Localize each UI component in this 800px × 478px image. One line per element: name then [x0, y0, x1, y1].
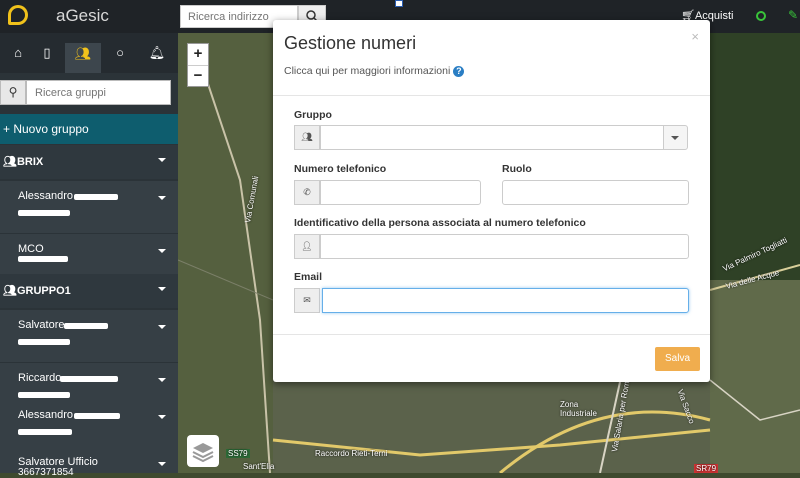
phone-icon: ✆	[294, 180, 320, 205]
group-name: GRUPPO1	[16, 285, 71, 297]
group-label: Gruppo	[294, 109, 332, 121]
redaction	[60, 376, 118, 382]
edit-icon[interactable]: ✎	[788, 8, 798, 22]
users-icon: 👥︎	[74, 46, 92, 61]
redaction	[74, 413, 120, 419]
map-label-sant-elia: Sant'Elia	[243, 462, 275, 471]
layers-icon	[192, 443, 214, 463]
person-id-input[interactable]	[320, 234, 689, 259]
chevron-down-icon[interactable]	[158, 462, 166, 466]
manage-numbers-modal: Gestione numeri × Clicca qui per maggior…	[273, 20, 710, 382]
redaction	[18, 210, 70, 216]
home-icon: ⌂	[14, 45, 22, 60]
save-button[interactable]: Salva	[655, 347, 700, 371]
redaction	[18, 339, 70, 345]
close-icon: ×	[691, 29, 699, 44]
new-group-button[interactable]: + Nuovo gruppo	[0, 114, 178, 144]
chevron-down-icon[interactable]	[158, 378, 166, 382]
envelope-icon: ✉	[294, 288, 320, 313]
user-icon: 👤︎	[294, 234, 320, 259]
redaction	[18, 392, 70, 398]
layers-button[interactable]	[187, 435, 219, 467]
phone-input[interactable]	[320, 180, 481, 205]
tab-devices[interactable]: ▯	[29, 42, 65, 78]
search-icon: ⚲	[0, 80, 26, 105]
group-name: BRIX	[16, 156, 44, 168]
member-name: Alessandro	[18, 409, 74, 421]
status-icon[interactable]	[756, 11, 766, 21]
phone-label: Numero telefonico	[294, 163, 387, 175]
chevron-down-icon	[671, 136, 679, 140]
close-button[interactable]: ×	[691, 29, 699, 44]
group-dropdown-button[interactable]	[663, 125, 688, 150]
person-id-label: Identificativo della persona associata a…	[294, 217, 586, 229]
role-label: Ruolo	[502, 163, 532, 175]
map-label-raccordo: Raccordo Rieti-Terni	[315, 449, 388, 458]
more-info-text: Clicca qui per maggiori informazioni	[284, 65, 451, 77]
map-label-zona: Zona Industriale	[560, 400, 597, 418]
zoom-out-button[interactable]: −	[188, 65, 208, 87]
list-item[interactable]: Alessandro	[0, 181, 178, 233]
member-name: Alessandro	[18, 190, 74, 202]
divider	[273, 334, 710, 335]
zoom-control: + −	[187, 43, 209, 87]
group-search-input[interactable]	[26, 80, 171, 105]
info-icon: ?	[453, 65, 465, 77]
email-input[interactable]	[322, 288, 689, 313]
tab-places[interactable]: ○	[102, 42, 138, 78]
chevron-down-icon[interactable]	[158, 415, 166, 419]
tab-notifications[interactable]: 🔔︎	[139, 42, 175, 78]
sidebar-tabs: ⌂ ▯ 👥︎ ○ 🔔︎	[0, 33, 178, 73]
group-select[interactable]	[320, 125, 664, 150]
redaction	[18, 429, 72, 435]
redaction	[18, 256, 68, 262]
role-input[interactable]	[502, 180, 689, 205]
circle-icon: ○	[116, 45, 124, 60]
tab-groups[interactable]: 👥︎	[65, 43, 101, 73]
phone-icon: ▯	[43, 45, 51, 60]
redaction	[64, 323, 108, 329]
users-icon: 👥︎	[3, 285, 17, 297]
group-row-gruppo1[interactable]: 👥︎GRUPPO1	[0, 274, 178, 308]
member-name: Riccardo	[18, 372, 62, 384]
email-label: Email	[294, 271, 323, 283]
bell-icon: 🔔︎	[148, 45, 166, 60]
divider	[273, 95, 710, 96]
logo-icon[interactable]	[8, 5, 28, 25]
chevron-down-icon[interactable]	[158, 196, 166, 200]
list-item[interactable]: Salvatore	[0, 310, 178, 362]
map-label-ss79: SS79	[226, 449, 250, 458]
list-item[interactable]: Salvatore Ufficio 3667371854	[0, 447, 178, 478]
zoom-in-button[interactable]: +	[188, 44, 208, 65]
users-icon: 👥︎	[3, 156, 17, 168]
group-row-brix[interactable]: 👥︎BRIX	[0, 145, 178, 179]
chevron-down-icon[interactable]	[158, 325, 166, 329]
redaction	[74, 194, 118, 200]
list-item[interactable]: Alessandro	[0, 400, 178, 452]
chevron-down-icon[interactable]	[158, 287, 166, 291]
group-search: ⚲	[0, 80, 172, 105]
window-indicator-icon	[395, 0, 403, 7]
map-label-sr79: SR79	[694, 464, 719, 473]
modal-title: Gestione numeri	[284, 33, 417, 53]
chevron-down-icon[interactable]	[158, 249, 166, 253]
users-icon: 👥︎	[294, 125, 320, 150]
more-info-link[interactable]: Clicca qui per maggiori informazioni?	[284, 65, 465, 77]
member-name: Salvatore	[18, 319, 65, 331]
app-name: aGesic	[56, 6, 109, 25]
chevron-down-icon[interactable]	[158, 158, 166, 162]
sidebar: ⌂ ▯ 👥︎ ○ 🔔︎ ⚲ + Nuovo gruppo 👥︎BRIX Ales…	[0, 33, 178, 478]
member-name: MCO	[18, 243, 44, 255]
